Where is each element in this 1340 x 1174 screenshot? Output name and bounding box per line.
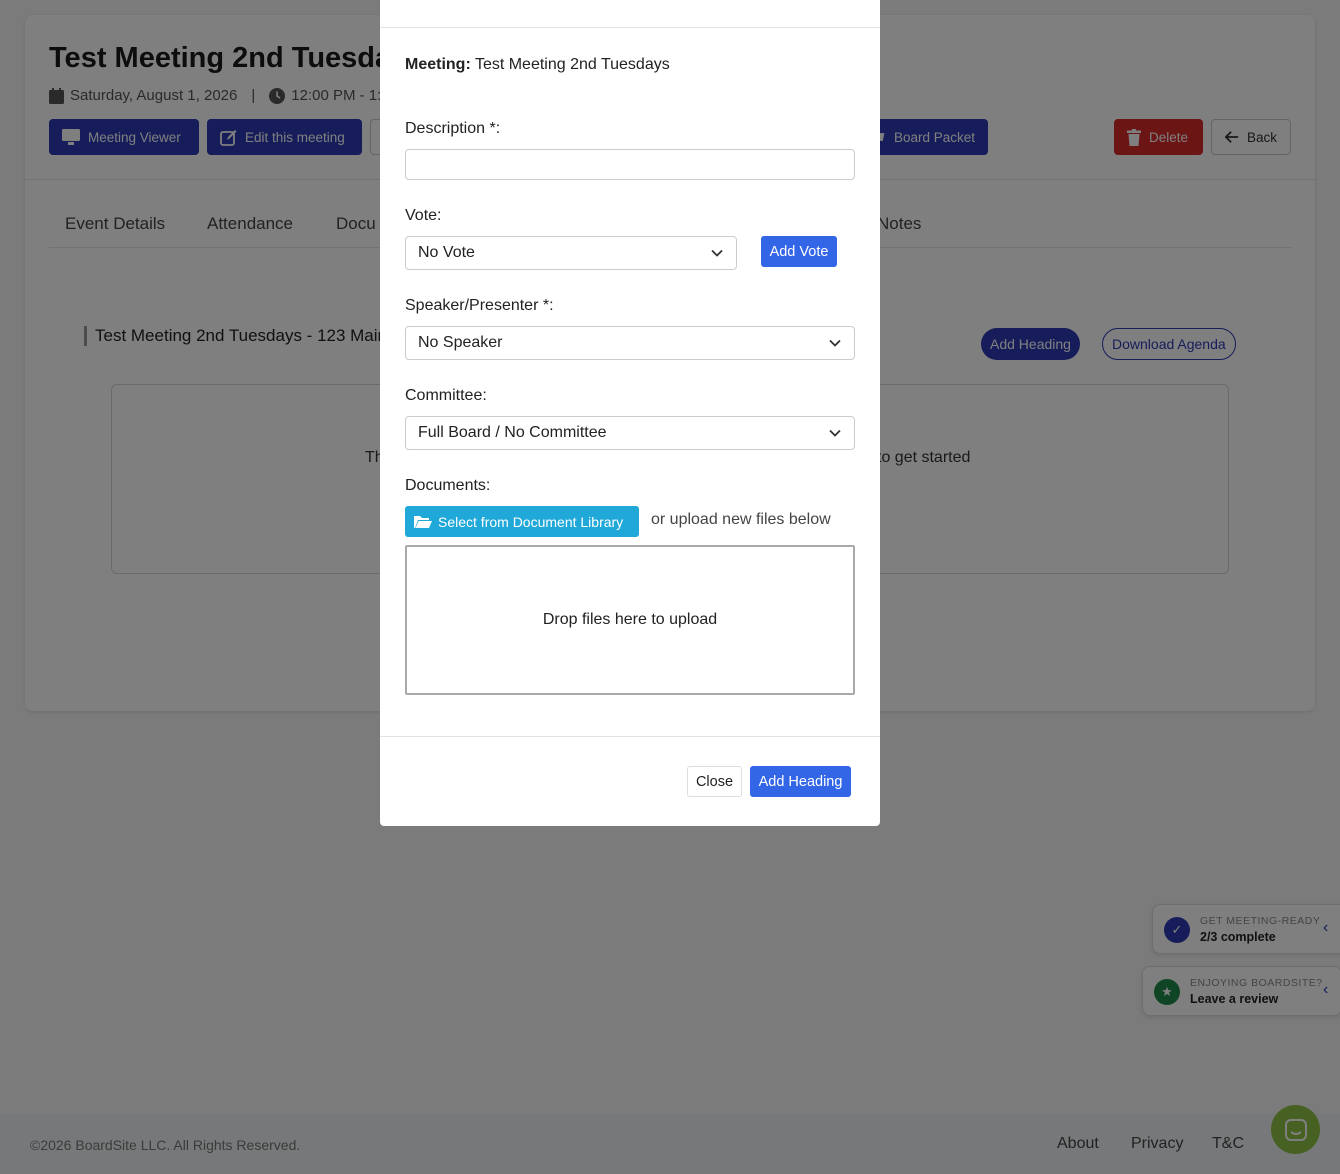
modal-header-divider: [380, 27, 880, 28]
add-vote-button[interactable]: Add Vote: [761, 236, 837, 267]
vote-selected-value: No Vote: [418, 244, 475, 261]
file-dropzone[interactable]: Drop files here to upload: [405, 545, 855, 695]
chevron-down-icon: [829, 429, 841, 437]
committee-label: Committee:: [405, 387, 487, 404]
description-label: Description *:: [405, 120, 501, 137]
documents-label: Documents:: [405, 477, 491, 494]
add-heading-modal: Meeting: Test Meeting 2nd Tuesdays Descr…: [380, 0, 880, 826]
vote-label: Vote:: [405, 207, 442, 224]
meeting-value: Test Meeting 2nd Tuesdays: [474, 56, 670, 73]
select-library-label: Select from Document Library: [438, 513, 624, 530]
committee-select[interactable]: Full Board / No Committee: [405, 416, 855, 450]
dropzone-text: Drop files here to upload: [542, 611, 718, 628]
modal-footer-divider: [380, 736, 880, 737]
description-input[interactable]: [405, 149, 855, 180]
speaker-select[interactable]: No Speaker: [405, 326, 855, 360]
add-heading-submit-button[interactable]: Add Heading: [750, 766, 851, 797]
select-document-library-button[interactable]: Select from Document Library: [405, 506, 639, 537]
vote-select[interactable]: No Vote: [405, 236, 737, 270]
modal-meeting-line: Meeting: Test Meeting 2nd Tuesdays: [405, 56, 670, 74]
committee-selected-value: Full Board / No Committee: [418, 424, 607, 441]
chevron-down-icon: [711, 249, 723, 257]
upload-hint-text: or upload new files below: [651, 511, 831, 528]
folder-open-icon: [414, 515, 432, 528]
speaker-selected-value: No Speaker: [418, 334, 503, 351]
chevron-down-icon: [829, 339, 841, 347]
speaker-label: Speaker/Presenter *:: [405, 297, 554, 314]
close-button[interactable]: Close: [687, 766, 742, 797]
meeting-label: Meeting:: [405, 56, 471, 73]
